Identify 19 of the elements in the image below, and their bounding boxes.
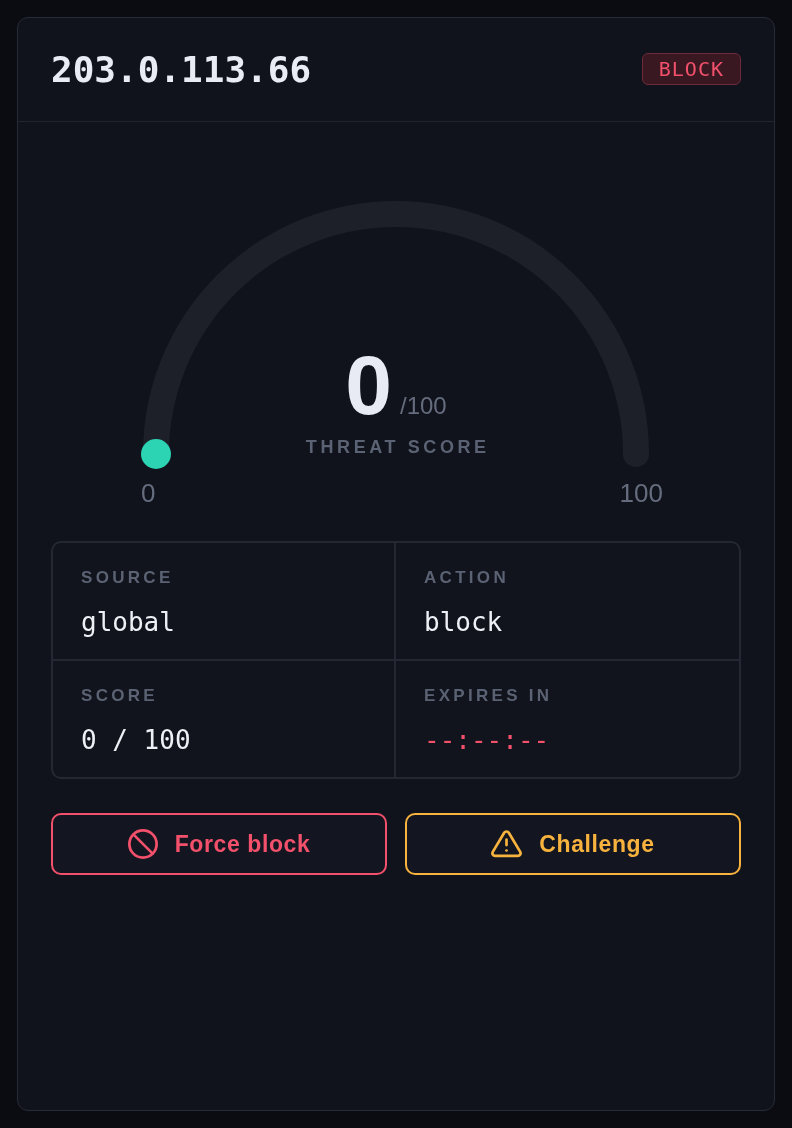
warning-icon xyxy=(491,830,523,858)
detail-value: block xyxy=(424,609,504,635)
force-block-button[interactable]: Force block xyxy=(51,813,387,875)
detail-label: SOURCE xyxy=(81,569,175,586)
prohibited-icon xyxy=(127,829,158,859)
score-max: /100 xyxy=(400,394,447,418)
detail-value: 0 / 100 xyxy=(81,727,192,753)
detail-label: ACTION xyxy=(424,569,510,586)
detail-label: SCORE xyxy=(81,687,159,704)
score-value: 0 xyxy=(345,343,392,427)
scale-min-label: 0 xyxy=(141,480,156,506)
challenge-button[interactable]: Challenge xyxy=(405,813,741,875)
detail-label: EXPIRES IN xyxy=(424,687,554,704)
detail-value: global xyxy=(81,609,176,635)
status-badge: BLOCK xyxy=(641,52,741,85)
scale-max-label: 100 xyxy=(619,480,663,506)
detail-value: --:--:-- xyxy=(424,727,551,753)
gauge-label: THREAT SCORE xyxy=(305,438,490,456)
ip-address: 203.0.113.66 xyxy=(51,49,312,90)
